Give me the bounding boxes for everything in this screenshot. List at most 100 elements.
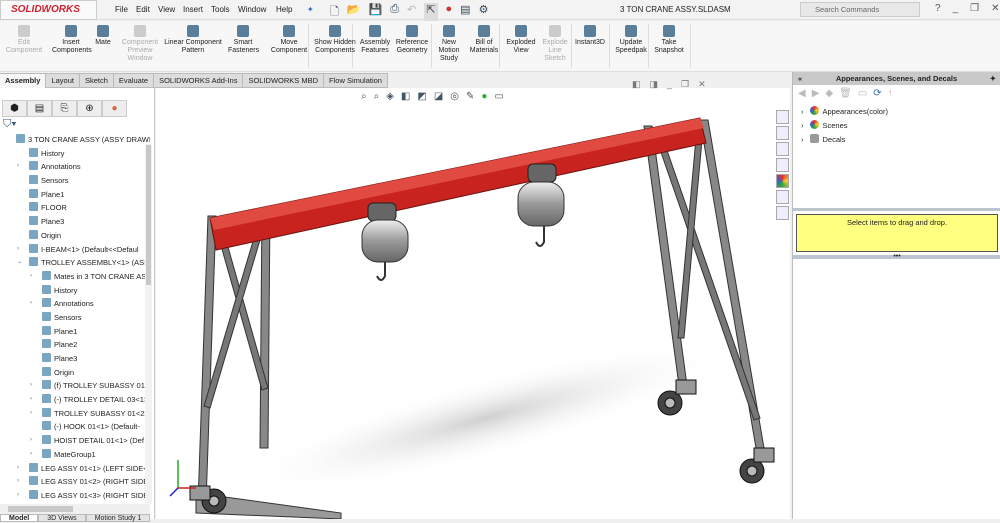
tree-item[interactable]: Plane3	[0, 215, 150, 229]
menu-tools[interactable]: Tools	[211, 5, 230, 14]
expand-icon[interactable]: ›	[801, 107, 804, 116]
resources-tab-icon[interactable]	[776, 110, 789, 124]
view-palette-tab-icon[interactable]	[776, 158, 789, 172]
solidworks-logo[interactable]: SOLIDWORKS	[0, 0, 97, 20]
help-icon[interactable]: ?	[935, 3, 941, 14]
save-icon[interactable]: 💾	[369, 3, 383, 22]
tab-assembly[interactable]: Assembly	[0, 73, 47, 88]
viewport-tile-right-icon[interactable]: ◨	[650, 79, 659, 90]
tab-solidworks-mbd[interactable]: SOLIDWORKS MBD	[243, 73, 325, 88]
expand-arrow-icon[interactable]: ›	[17, 489, 19, 503]
add-folder-icon[interactable]: ◆	[825, 88, 839, 99]
tree-item[interactable]: › MateGroup1	[0, 448, 150, 462]
tree-item[interactable]: Plane3	[0, 352, 150, 366]
solidworks-forum-tab-icon[interactable]	[776, 206, 789, 220]
list-item-scenes[interactable]: › Scenes	[793, 119, 1000, 133]
reference-geometry-button[interactable]: Reference Geometry	[394, 25, 430, 55]
menu-window[interactable]: Window	[238, 5, 266, 14]
minimize-button[interactable]: _	[953, 3, 959, 14]
take-snapshot-button[interactable]: Take Snapshot	[652, 25, 686, 55]
tree-item[interactable]: Sensors	[0, 311, 150, 325]
property-manager-tab-icon[interactable]: ▤	[27, 100, 52, 117]
bill-of-materials-button[interactable]: Bill of Materials	[468, 25, 500, 55]
tree-item[interactable]: History	[0, 284, 150, 298]
move-component-button[interactable]: Move Component	[268, 25, 310, 55]
tab-sketch[interactable]: Sketch	[79, 73, 114, 88]
expand-arrow-icon[interactable]: ›	[17, 243, 19, 257]
viewport-restore-button[interactable]: ❐	[681, 79, 689, 90]
tab-flow-simulation[interactable]: Flow Simulation	[324, 73, 388, 88]
list-item-decals[interactable]: › Decals	[793, 133, 1000, 147]
expand-arrow-icon[interactable]: ›	[30, 297, 32, 311]
tree-item[interactable]: Origin	[0, 229, 150, 243]
exploded-view-button[interactable]: Exploded View	[504, 25, 538, 55]
expand-arrow-icon[interactable]: ⌄	[17, 256, 22, 270]
edit-component-button[interactable]: Edit Component	[4, 25, 44, 55]
appearances-tab-icon[interactable]	[776, 174, 789, 188]
tab-evaluate[interactable]: Evaluate	[113, 73, 155, 88]
expand-arrow-icon[interactable]: ›	[30, 407, 32, 421]
expand-arrow-icon[interactable]: ›	[17, 160, 19, 174]
filter-icon[interactable]: ⛉▾	[3, 118, 17, 131]
rebuild-icon[interactable]: ●	[446, 3, 453, 22]
expand-icon[interactable]: ›	[801, 121, 804, 130]
tree-item[interactable]: › Annotations	[0, 297, 150, 311]
tree-item[interactable]: Plane1	[0, 188, 150, 202]
viewport-close-button[interactable]: ✕	[698, 79, 706, 90]
search-commands-input[interactable]: Search Commands	[800, 2, 920, 17]
collapse-panel-icon[interactable]: «	[798, 72, 802, 85]
refresh-icon[interactable]: ⟳	[873, 88, 887, 99]
explode-line-sketch-button[interactable]: Explode Line Sketch	[540, 25, 570, 63]
expand-arrow-icon[interactable]: ›	[30, 379, 32, 393]
delete-icon[interactable]: 🗑	[839, 88, 858, 99]
tree-item[interactable]: (-) HOOK 01<1> (Default-	[0, 420, 150, 434]
tree-item[interactable]: Plane2	[0, 338, 150, 352]
menu-file[interactable]: File	[115, 5, 128, 14]
tab-model[interactable]: Model	[0, 514, 39, 522]
up-icon[interactable]: ↑	[888, 88, 899, 99]
viewport-tile-left-icon[interactable]: ◧	[632, 79, 641, 90]
linear-component-pattern-button[interactable]: Linear Component Pattern	[160, 25, 226, 55]
mate-button[interactable]: Mate	[94, 25, 112, 47]
custom-properties-tab-icon[interactable]	[776, 190, 789, 204]
expand-icon[interactable]: ›	[801, 135, 804, 144]
menu-insert[interactable]: Insert	[183, 5, 203, 14]
options-gear-icon[interactable]: ⚙	[479, 3, 489, 22]
open-icon[interactable]: 📂	[347, 3, 361, 22]
drop-zone[interactable]: Select items to drag and drop.	[796, 214, 998, 252]
expand-arrow-icon[interactable]: ›	[30, 270, 32, 284]
new-document-icon[interactable]: 🗋	[330, 3, 339, 22]
tree-item[interactable]: ›LEG ASSY 01<3> (RIGHT SIDE<Disp	[0, 489, 150, 503]
dimxpert-tab-icon[interactable]: ⊕	[77, 100, 102, 117]
expand-arrow-icon[interactable]: ›	[17, 475, 19, 489]
panel-splitter-handle[interactable]: •••	[793, 253, 1000, 260]
restore-button[interactable]: ❐	[970, 3, 979, 14]
component-preview-window-button[interactable]: Component Preview Window	[118, 25, 162, 63]
configuration-manager-tab-icon[interactable]: ⎘	[52, 100, 77, 117]
tree-item[interactable]: ⌄ TROLLEY ASSEMBLY<1> (ASS	[0, 256, 150, 270]
file-properties-icon[interactable]: ▤	[460, 3, 470, 22]
tree-item[interactable]: › I-BEAM<1> (Default<<Defaul	[0, 243, 150, 257]
undo-icon[interactable]: ↶	[407, 3, 416, 22]
new-motion-study-button[interactable]: New Motion Study	[435, 25, 463, 63]
pin-icon[interactable]: ✦	[307, 5, 314, 14]
viewport-minimize-button[interactable]: _	[667, 79, 672, 90]
tree-item[interactable]: › (-) TROLLEY DETAIL 03<1>	[0, 393, 150, 407]
menu-help[interactable]: Help	[276, 5, 292, 14]
tree-vertical-scrollbar[interactable]	[145, 144, 152, 504]
expand-arrow-icon[interactable]: ›	[30, 448, 32, 462]
list-item-appearances[interactable]: › Appearances(color)	[793, 105, 1000, 119]
design-library-tab-icon[interactable]	[776, 126, 789, 140]
show-hidden-components-button[interactable]: Show Hidden Components	[314, 25, 356, 55]
tree-item[interactable]: ›LEG ASSY 01<1> (LEFT SIDE<Disple	[0, 462, 150, 476]
tree-item[interactable]: 3 TON CRANE ASSY (ASSY DRAWI	[0, 133, 150, 147]
tab-motion-study[interactable]: Motion Study 1	[85, 514, 151, 522]
panel-splitter[interactable]	[793, 208, 1000, 211]
tab-solidworks-add-ins[interactable]: SOLIDWORKS Add-Ins	[154, 73, 244, 88]
update-speedpak-button[interactable]: Update Speedpak	[614, 25, 648, 55]
tree-item[interactable]: FLOOR	[0, 201, 150, 215]
file-explorer-tab-icon[interactable]	[776, 142, 789, 156]
tree-item[interactable]: Sensors	[0, 174, 150, 188]
smart-fasteners-button[interactable]: Smart Fasteners	[228, 25, 259, 55]
back-icon[interactable]: ◀	[798, 88, 812, 99]
